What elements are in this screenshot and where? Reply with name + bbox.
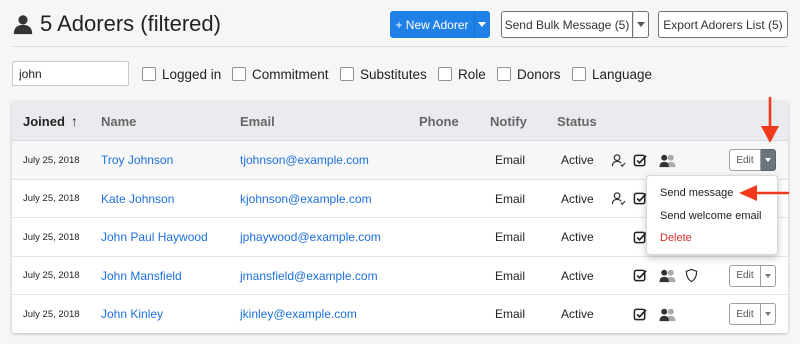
- email-link[interactable]: jkinley@example.com: [240, 295, 357, 333]
- menu-item-send-welcome-email[interactable]: Send welcome email: [660, 208, 762, 224]
- annotation-arrow-left: [739, 185, 790, 201]
- bulk-message-button-group: Send Bulk Message (5): [501, 11, 649, 38]
- column-email[interactable]: Email: [240, 101, 275, 141]
- caret-down-icon: [637, 22, 645, 27]
- column-name[interactable]: Name: [101, 101, 136, 141]
- adorer-name-link[interactable]: Kate Johnson: [101, 180, 174, 218]
- edit-button[interactable]: Edit: [729, 264, 761, 287]
- new-adorer-dropdown-toggle[interactable]: [474, 11, 490, 38]
- notify-value: Email: [495, 268, 526, 283]
- notify-value: Email: [495, 230, 526, 244]
- header-divider: [12, 46, 788, 47]
- status-value: Active: [561, 230, 594, 244]
- filter-commitment[interactable]: Commitment: [232, 65, 329, 83]
- edit-button-group: Edit: [729, 149, 776, 171]
- checkbox[interactable]: [142, 67, 156, 81]
- edit-button[interactable]: Edit: [729, 149, 761, 171]
- search-input[interactable]: [12, 61, 129, 86]
- user-icon: [13, 15, 33, 35]
- page-title-text: 5 Adorers (filtered): [40, 11, 221, 36]
- filter-label: Role: [458, 66, 486, 82]
- filter-substitutes[interactable]: Substitutes: [340, 65, 427, 83]
- arrow-up-icon: ↑: [70, 113, 78, 129]
- menu-item-delete[interactable]: Delete: [660, 230, 692, 246]
- annotation-arrow-down: [761, 96, 779, 143]
- joined-date: July 25, 2018: [23, 308, 80, 320]
- filter-label: Logged in: [162, 66, 222, 82]
- filter-role[interactable]: Role: [438, 65, 486, 83]
- email-link[interactable]: kjohnson@example.com: [240, 180, 372, 218]
- filter-label: Language: [592, 66, 653, 82]
- caret-down-icon: [478, 22, 486, 27]
- checkbox[interactable]: [572, 67, 586, 81]
- edit-dropdown-toggle[interactable]: [761, 303, 776, 325]
- check-square-icon: [632, 268, 648, 284]
- column-notify[interactable]: Notify: [490, 101, 527, 141]
- edit-button[interactable]: Edit: [729, 303, 761, 325]
- notify-value: Email: [495, 307, 526, 321]
- status-value: Active: [561, 307, 594, 321]
- users-icon: [656, 152, 678, 168]
- column-status[interactable]: Status: [557, 101, 597, 141]
- status-value: Active: [561, 153, 594, 167]
- caret-down-icon: [765, 312, 771, 316]
- email-link[interactable]: tjohnson@example.com: [240, 141, 369, 179]
- table-row: July 25, 2018 John Mansfield jmansfield@…: [12, 257, 788, 295]
- new-adorer-button[interactable]: + New Adorer: [390, 11, 474, 38]
- column-label: Joined: [23, 113, 65, 129]
- checkbox[interactable]: [438, 67, 452, 81]
- status-value: Active: [561, 268, 594, 283]
- filter-label: Donors: [517, 66, 561, 82]
- filter-label: Substitutes: [360, 66, 427, 82]
- user-check-icon: [610, 152, 626, 168]
- edit-dropdown-toggle[interactable]: [761, 264, 776, 287]
- checkbox[interactable]: [497, 67, 511, 81]
- bulk-message-dropdown-toggle[interactable]: [633, 11, 649, 38]
- adorer-name-link[interactable]: John Paul Haywood: [101, 218, 208, 256]
- filter-donors[interactable]: Donors: [497, 65, 561, 83]
- shield-icon: [683, 268, 699, 284]
- table-row: July 25, 2018 John Kinley jkinley@exampl…: [12, 295, 788, 333]
- check-square-icon: [632, 152, 648, 168]
- checkbox[interactable]: [232, 67, 246, 81]
- users-icon: [656, 268, 678, 284]
- adorer-name-link[interactable]: John Kinley: [101, 295, 163, 333]
- notify-value: Email: [495, 191, 526, 206]
- joined-date: July 25, 2018: [23, 231, 80, 243]
- table-header: Joined ↑ Name Email Phone Notify Status: [12, 101, 788, 141]
- adorer-name-link[interactable]: John Mansfield: [101, 257, 182, 295]
- edit-dropdown-toggle[interactable]: [761, 149, 776, 171]
- email-link[interactable]: jphaywood@example.com: [240, 218, 381, 256]
- joined-date: July 25, 2018: [23, 270, 80, 281]
- menu-item-send-message[interactable]: Send message: [660, 185, 733, 201]
- email-link[interactable]: jmansfield@example.com: [240, 257, 378, 295]
- column-joined[interactable]: Joined ↑: [23, 101, 78, 141]
- caret-down-icon: [765, 158, 771, 162]
- check-square-icon: [632, 306, 648, 322]
- edit-button-group: Edit: [729, 303, 776, 325]
- checkbox[interactable]: [340, 67, 354, 81]
- joined-date: July 25, 2018: [23, 154, 80, 166]
- users-icon: [656, 306, 678, 322]
- table-row: July 25, 2018 Troy Johnson tjohnson@exam…: [12, 141, 788, 180]
- export-adorers-button[interactable]: Export Adorers List (5): [658, 11, 788, 38]
- notify-value: Email: [495, 153, 526, 167]
- edit-button-group: Edit: [729, 264, 776, 287]
- caret-down-icon: [765, 273, 771, 278]
- send-bulk-message-button[interactable]: Send Bulk Message (5): [501, 11, 633, 38]
- filter-label: Commitment: [252, 66, 329, 82]
- column-phone[interactable]: Phone: [419, 101, 459, 141]
- new-adorer-button-group: + New Adorer: [390, 11, 490, 38]
- adorer-name-link[interactable]: Troy Johnson: [101, 141, 173, 179]
- filter-language[interactable]: Language: [572, 65, 652, 83]
- page-title: 5 Adorers (filtered): [12, 8, 221, 40]
- joined-date: July 25, 2018: [23, 193, 80, 204]
- user-check-icon: [610, 191, 626, 207]
- filter-logged-in[interactable]: Logged in: [142, 65, 221, 83]
- status-value: Active: [561, 191, 594, 206]
